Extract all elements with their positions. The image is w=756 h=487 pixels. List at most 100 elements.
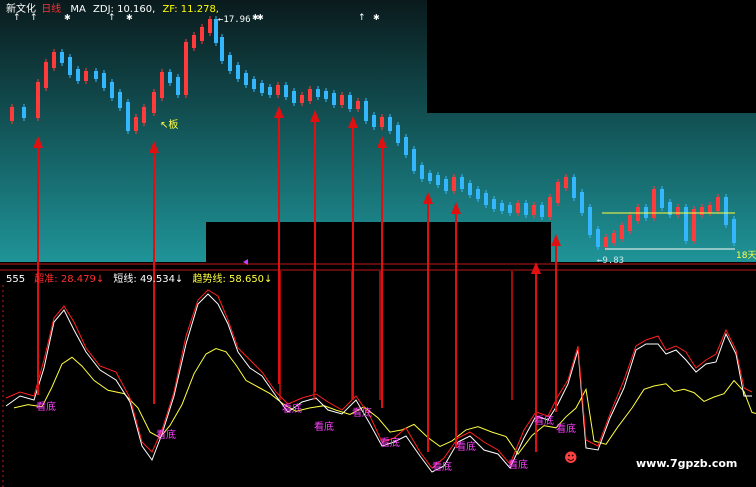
candle-body bbox=[724, 197, 728, 225]
days-label: 18天 bbox=[736, 251, 756, 261]
candle-body bbox=[364, 101, 368, 121]
candle-body bbox=[118, 92, 122, 108]
candle-body bbox=[660, 189, 664, 208]
candle-body bbox=[556, 182, 560, 203]
candle-body bbox=[444, 179, 448, 191]
candle-body bbox=[160, 72, 164, 98]
candle-body bbox=[94, 71, 98, 79]
candle-body bbox=[452, 177, 456, 191]
high-price-label: ←17.96 bbox=[218, 15, 251, 25]
candle-body bbox=[468, 183, 472, 195]
candle-body bbox=[316, 89, 320, 97]
kandi-signal-label: 看底 bbox=[352, 406, 372, 419]
candle-body bbox=[676, 207, 680, 215]
candle-body bbox=[412, 149, 416, 171]
candle-body bbox=[252, 79, 256, 89]
kandi-signal-label: 看底 bbox=[36, 400, 56, 413]
mask-block-top-right bbox=[427, 0, 756, 113]
candle-body bbox=[548, 197, 552, 217]
candle-body bbox=[208, 19, 212, 33]
board-label: ↖板 bbox=[160, 118, 178, 131]
watermark: www.7gpzb.com bbox=[636, 457, 737, 470]
svg-text:✱: ✱ bbox=[373, 13, 380, 22]
candle-body bbox=[636, 207, 640, 221]
kandi-signal-label: 看底 bbox=[456, 440, 476, 453]
candle-body bbox=[612, 233, 616, 243]
candle-body bbox=[540, 205, 544, 217]
candle-body bbox=[110, 82, 114, 98]
kandi-signal-label: 看底 bbox=[282, 402, 302, 415]
smiley-icon: ☻ bbox=[564, 451, 578, 466]
indicator-code: 555 bbox=[6, 274, 25, 285]
candle-body bbox=[652, 189, 656, 218]
stock-name: 新文化 bbox=[6, 2, 36, 15]
kandi-signal-label: 看底 bbox=[556, 422, 576, 435]
kandi-signal-label: 看底 bbox=[314, 420, 334, 433]
candle-body bbox=[476, 189, 480, 199]
candle-body bbox=[168, 72, 172, 83]
candle-body bbox=[596, 229, 600, 247]
candle-body bbox=[508, 205, 512, 213]
candle-body bbox=[268, 87, 272, 95]
indicator-panel[interactable] bbox=[0, 271, 756, 487]
candle-body bbox=[572, 177, 576, 198]
candle-body bbox=[516, 203, 520, 213]
candle-body bbox=[134, 117, 138, 131]
candle-body bbox=[22, 107, 26, 118]
kandi-signal-label: 看底 bbox=[432, 460, 452, 473]
candle-body bbox=[192, 35, 196, 48]
fast-line-label: 超准: 28.479↓ bbox=[34, 272, 104, 285]
candle-body bbox=[292, 91, 296, 103]
candle-body bbox=[284, 85, 288, 97]
candle-body bbox=[300, 95, 304, 103]
candle-body bbox=[142, 107, 146, 123]
candle-body bbox=[348, 95, 352, 109]
candle-body bbox=[532, 205, 536, 215]
kandi-signal-label: 看底 bbox=[534, 414, 554, 427]
candle-body bbox=[588, 207, 592, 235]
candle-body bbox=[260, 83, 264, 93]
candle-body bbox=[244, 73, 248, 85]
candle-body bbox=[420, 165, 424, 179]
candle-body bbox=[228, 55, 232, 71]
low-price-label: ←9.83 bbox=[597, 256, 624, 266]
candle-body bbox=[184, 42, 188, 95]
svg-text:✱: ✱ bbox=[257, 13, 264, 22]
ma-label: MA bbox=[70, 4, 86, 15]
candle-body bbox=[428, 173, 432, 181]
candle-body bbox=[436, 175, 440, 185]
candle-body bbox=[580, 192, 584, 213]
candle-body bbox=[484, 193, 488, 205]
candle-body bbox=[500, 203, 504, 211]
stock-chart-window: 看底看底看底看底看底看底看底看底看底看底看底 ←17.96 ←9.83 ↖板 1… bbox=[0, 0, 756, 487]
candle-body bbox=[276, 85, 280, 95]
candle-body bbox=[84, 71, 88, 81]
candle-body bbox=[10, 107, 14, 121]
candle-body bbox=[716, 197, 720, 211]
zdj-value: ZDJ: 10.160, bbox=[93, 4, 155, 15]
candle-body bbox=[564, 177, 568, 188]
chart-header: 新文化 日线 MA ZDJ: 10.160, ZF: 11.278, bbox=[6, 2, 219, 15]
candle-body bbox=[396, 125, 400, 143]
candle-body bbox=[176, 77, 180, 95]
candle-body bbox=[324, 91, 328, 99]
candle-body bbox=[76, 69, 80, 81]
candle-body bbox=[604, 237, 608, 247]
candle-body bbox=[492, 199, 496, 209]
mask-block-middle bbox=[206, 222, 551, 262]
candle-body bbox=[628, 215, 632, 231]
candle-body bbox=[684, 207, 688, 241]
kandi-signal-label: 看底 bbox=[380, 436, 400, 449]
candle-body bbox=[44, 62, 48, 88]
candle-body bbox=[380, 117, 384, 127]
candle-body bbox=[308, 89, 312, 101]
candle-body bbox=[200, 27, 204, 41]
candle-body bbox=[372, 115, 376, 127]
period-tab: 日线 bbox=[41, 2, 61, 15]
candle-body bbox=[388, 117, 392, 131]
candle-body bbox=[460, 177, 464, 189]
candle-body bbox=[692, 209, 696, 241]
candle-body bbox=[524, 203, 528, 215]
trend-line-label: 趋势线: 58.650↓ bbox=[193, 272, 273, 285]
kandi-signal-label: 看底 bbox=[156, 428, 176, 441]
